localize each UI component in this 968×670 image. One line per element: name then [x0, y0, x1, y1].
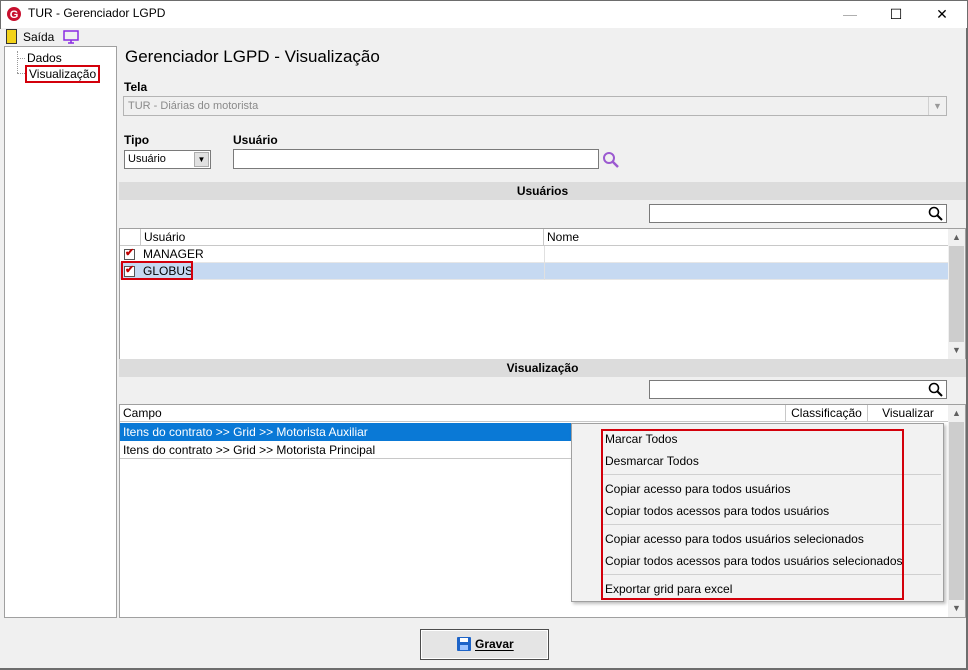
column-header-nome[interactable]: Nome [544, 229, 949, 246]
vertical-scrollbar[interactable]: ▲ ▼ [948, 229, 965, 359]
scroll-up-icon[interactable]: ▲ [948, 405, 965, 422]
svg-text:G: G [10, 9, 19, 21]
exit-door-icon[interactable] [6, 29, 17, 44]
tree-item-visualizacao[interactable]: Visualização [25, 65, 101, 83]
scroll-down-icon[interactable]: ▼ [948, 600, 965, 617]
usuario-input[interactable] [233, 149, 599, 169]
scroll-up-icon[interactable]: ▲ [948, 229, 965, 246]
column-header-classificacao[interactable]: Classificação [786, 405, 868, 422]
column-header-check [120, 229, 141, 246]
tipo-value: Usuário [128, 153, 166, 165]
window-title: TUR - Gerenciador LGPD [28, 6, 166, 20]
save-button[interactable]: Gravar [420, 629, 549, 660]
table-row[interactable]: ✔ MANAGER [120, 246, 949, 263]
save-label: Gravar [475, 637, 514, 651]
context-menu: Marcar Todos Desmarcar Todos Copiar aces… [571, 423, 944, 602]
maximize-button[interactable]: ☐ [873, 0, 919, 28]
chevron-down-icon[interactable]: ▼ [928, 97, 946, 115]
app-logo-icon: G [7, 7, 21, 21]
tela-value: TUR - Diárias do motorista [128, 100, 259, 112]
scroll-thumb[interactable] [949, 246, 964, 342]
column-divider [544, 263, 545, 280]
visualizacao-filter-input[interactable] [649, 380, 947, 399]
tree-item-dados[interactable]: Dados [27, 51, 62, 65]
tipo-select[interactable]: Usuário ▼ [124, 150, 211, 169]
close-button[interactable]: ✕ [919, 0, 965, 28]
visualizacao-section-header: Visualização [119, 359, 966, 377]
floppy-disk-icon [457, 637, 471, 651]
scroll-down-icon[interactable]: ▼ [948, 342, 965, 359]
table-row[interactable]: Itens do contrato >> Grid >> Motorista P… [120, 441, 572, 459]
check-icon: ✔ [125, 247, 135, 259]
scroll-thumb[interactable] [949, 422, 964, 600]
row-checkbox[interactable]: ✔ [124, 247, 135, 260]
tree-connector [17, 58, 25, 59]
search-icon[interactable] [602, 151, 620, 169]
tree-connector [17, 51, 18, 73]
monitor-icon[interactable] [63, 30, 79, 44]
table-row[interactable]: ✔ GLOBUS [120, 263, 949, 280]
minimize-button[interactable]: — [827, 0, 873, 28]
tela-label: Tela [124, 80, 148, 94]
tree-connector [17, 73, 25, 74]
exit-button[interactable]: Saída [23, 30, 54, 44]
usuario-label: Usuário [233, 133, 278, 147]
chevron-down-icon[interactable]: ▼ [194, 152, 209, 167]
search-icon[interactable] [928, 206, 944, 222]
tipo-label: Tipo [124, 133, 150, 147]
page-title: Gerenciador LGPD - Visualização [125, 47, 380, 66]
highlight-annotation [121, 261, 193, 280]
column-header-usuario[interactable]: Usuário [141, 229, 544, 246]
column-header-visualizar[interactable]: Visualizar [868, 405, 949, 422]
usuarios-section-header: Usuários [119, 182, 966, 200]
vertical-scrollbar[interactable]: ▲ ▼ [948, 405, 965, 617]
usuarios-filter-input[interactable] [649, 204, 947, 223]
table-row[interactable]: Itens do contrato >> Grid >> Motorista A… [120, 423, 572, 441]
search-icon[interactable] [928, 382, 944, 398]
highlight-annotation [601, 429, 904, 600]
usuarios-grid: Usuário Nome ✔ MANAGER ✔ GLOBUS ▲ ▼ [119, 228, 966, 360]
toolbar: Saída [1, 28, 967, 46]
column-divider [544, 246, 545, 263]
navigation-tree: Dados Visualização [4, 46, 117, 618]
column-header-campo[interactable]: Campo [120, 405, 786, 422]
tela-combobox[interactable]: TUR - Diárias do motorista ▼ [123, 96, 947, 116]
